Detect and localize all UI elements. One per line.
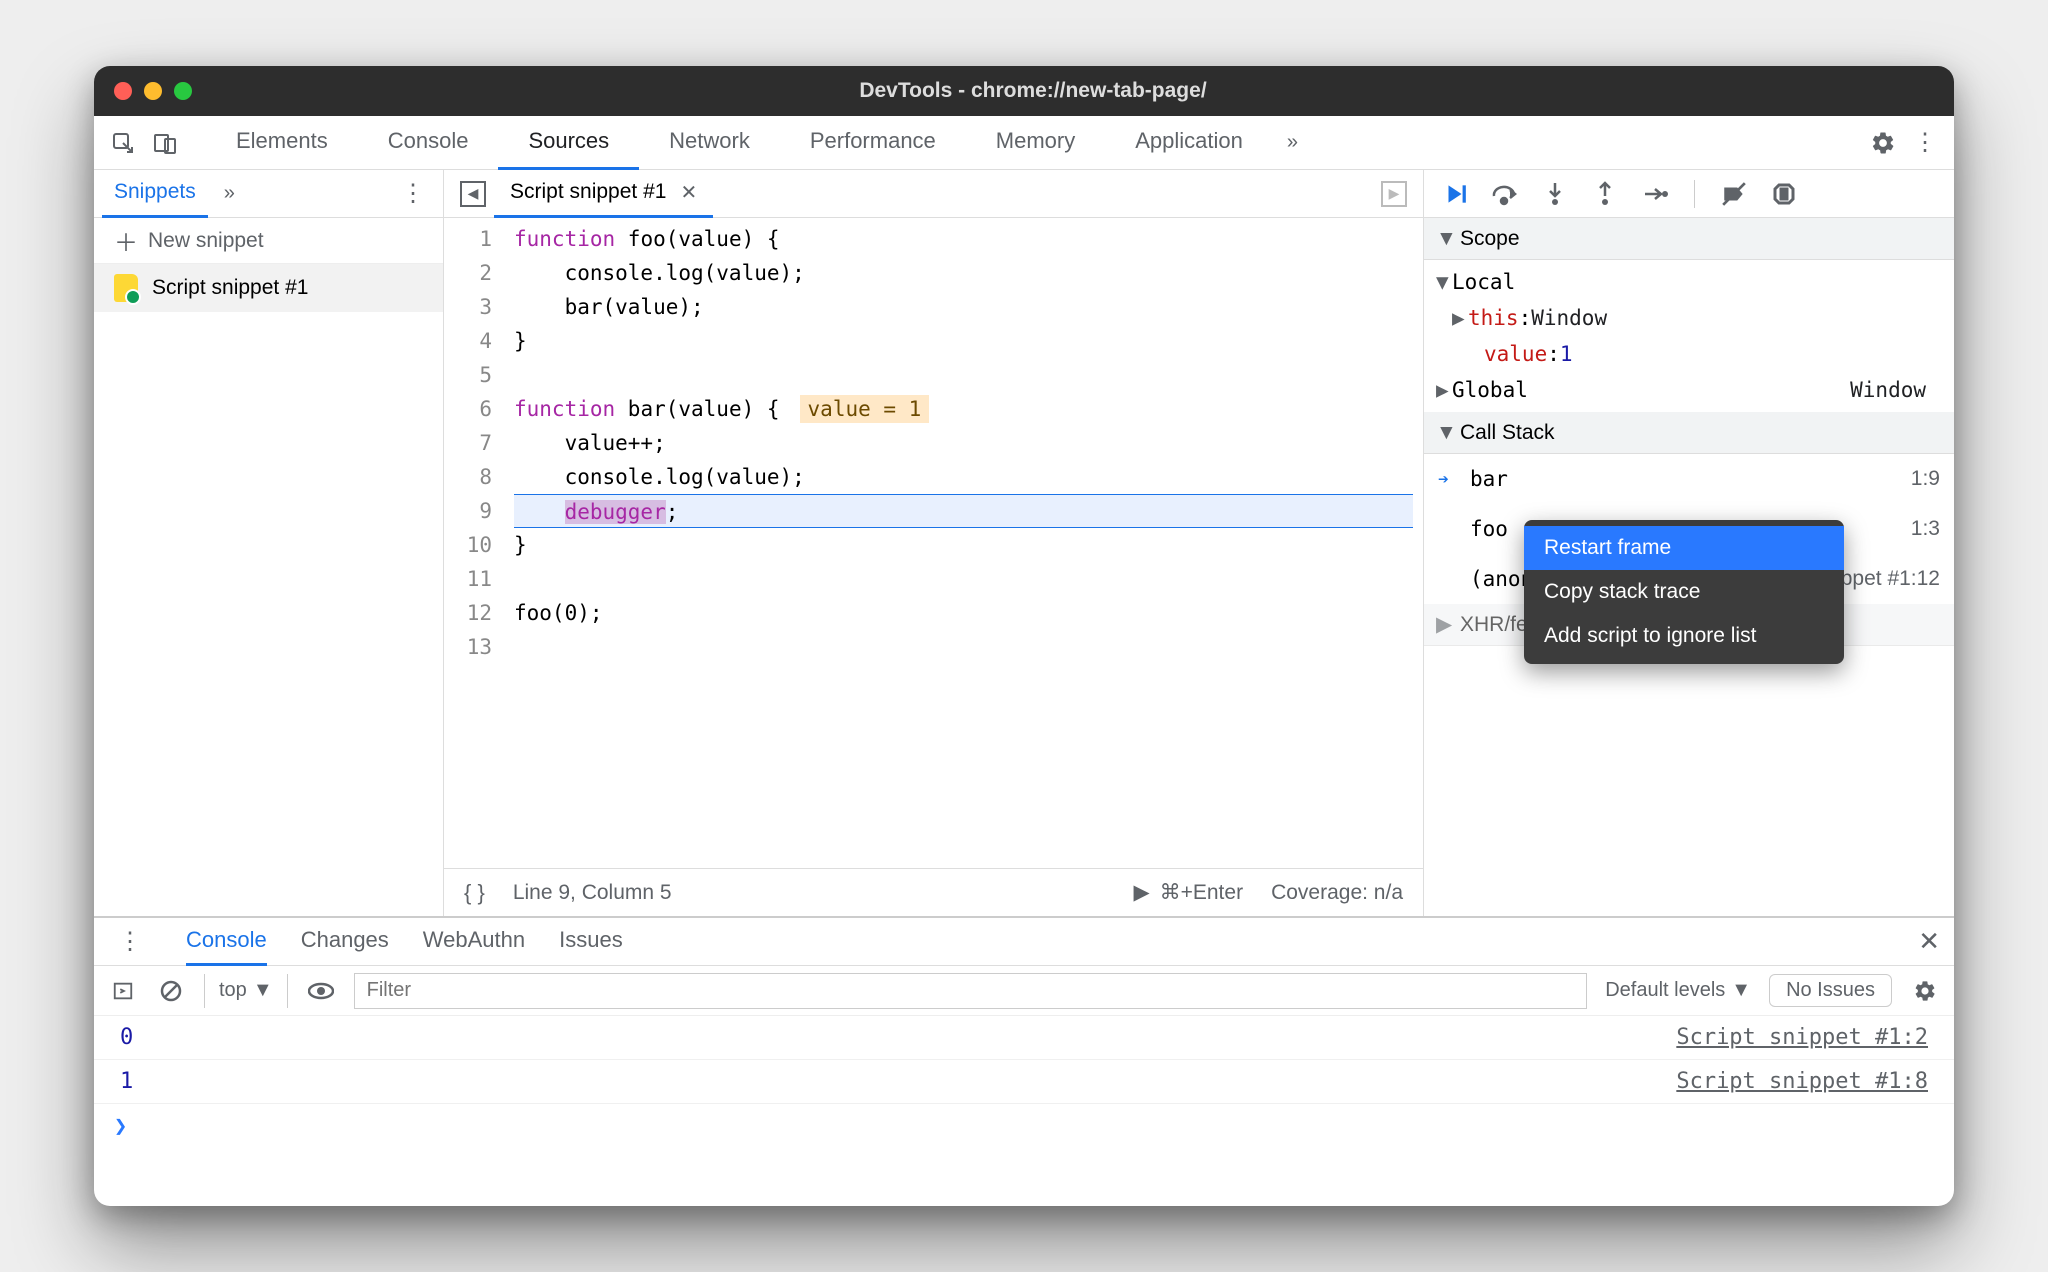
close-tab-icon[interactable]: ✕	[680, 180, 697, 205]
console-log-row[interactable]: 1 Script snippet #1:8	[94, 1060, 1954, 1104]
console-toolbar: top▼ Default levels▼ No Issues	[94, 966, 1954, 1016]
tab-network[interactable]: Network	[639, 116, 780, 170]
more-menu-icon[interactable]: ⋮	[1904, 122, 1946, 164]
window-titlebar: DevTools - chrome://new-tab-page/	[94, 66, 1954, 116]
drawer-tab-issues[interactable]: Issues	[559, 918, 623, 966]
scope-tree: ▼Local ▶this: Window value: 1 ▶GlobalWin…	[1424, 260, 1954, 412]
devtools-top-tabbar: Elements Console Sources Network Perform…	[94, 116, 1954, 170]
snippet-item[interactable]: Script snippet #1	[94, 264, 443, 312]
tab-console[interactable]: Console	[358, 116, 499, 170]
more-tabs-icon[interactable]: »	[1273, 131, 1312, 154]
editor-status-bar: { } Line 9, Column 5 ▶ ⌘+Enter Coverage:…	[444, 868, 1423, 916]
callstack-section-header[interactable]: ▼ Call Stack	[1424, 412, 1954, 454]
snippet-name: Script snippet #1	[152, 276, 308, 300]
clear-console-icon[interactable]	[156, 976, 186, 1006]
tab-sources[interactable]: Sources	[498, 116, 639, 170]
code-content: function foo(value) { console.log(value)…	[504, 218, 1423, 868]
scope-this[interactable]: ▶this: Window	[1424, 300, 1954, 336]
step-into-button[interactable]	[1540, 179, 1570, 209]
chevron-down-icon: ▼	[1436, 227, 1452, 251]
tab-elements[interactable]: Elements	[206, 116, 358, 170]
window-title: DevTools - chrome://new-tab-page/	[192, 79, 1934, 103]
device-toolbar-icon[interactable]	[144, 122, 186, 164]
show-debugger-icon[interactable]: ▶	[1381, 181, 1407, 207]
console-filter-input[interactable]	[354, 973, 1588, 1009]
tab-application[interactable]: Application	[1105, 116, 1273, 170]
fullscreen-window-button[interactable]	[174, 82, 192, 100]
drawer-menu-icon[interactable]: ⋮	[108, 927, 152, 956]
sidebar-tab-snippets[interactable]: Snippets	[102, 170, 208, 218]
log-source-link[interactable]: Script snippet #1:2	[1676, 1025, 1928, 1050]
scope-local[interactable]: ▼Local	[1424, 264, 1954, 300]
console-settings-gear-icon[interactable]	[1910, 976, 1940, 1006]
new-snippet-button[interactable]: ＋ New snippet	[94, 218, 443, 264]
ctx-restart-frame[interactable]: Restart frame	[1524, 526, 1844, 570]
settings-gear-icon[interactable]	[1862, 122, 1904, 164]
plus-icon: ＋	[114, 223, 138, 258]
step-out-button[interactable]	[1590, 179, 1620, 209]
console-drawer: ⋮ Console Changes WebAuthn Issues ✕ top▼…	[94, 916, 1954, 1206]
step-over-button[interactable]	[1490, 179, 1520, 209]
editor-tab-name: Script snippet #1	[510, 180, 666, 204]
drawer-tab-console[interactable]: Console	[186, 918, 267, 966]
current-frame-arrow-icon: ➔	[1438, 469, 1460, 490]
console-sidebar-toggle-icon[interactable]	[108, 976, 138, 1006]
callstack-frame[interactable]: ➔ bar 1:9	[1424, 454, 1954, 504]
chevron-right-icon: ▶	[1436, 612, 1452, 637]
pause-on-exceptions-button[interactable]	[1769, 179, 1799, 209]
debugger-panel: ▼ Scope ▼Local ▶this: Window value: 1 ▶G…	[1424, 170, 1954, 916]
sidebar-menu-icon[interactable]: ⋮	[391, 179, 435, 208]
line-gutter: 12345678910111213	[444, 218, 504, 868]
scope-section-header[interactable]: ▼ Scope	[1424, 218, 1954, 260]
snippet-file-icon	[114, 274, 138, 302]
inspect-element-icon[interactable]	[102, 122, 144, 164]
cursor-position: Line 9, Column 5	[513, 881, 672, 905]
console-prompt[interactable]: ❯	[94, 1104, 1954, 1148]
navigator-sidebar: Snippets » ⋮ ＋ New snippet Script snippe…	[94, 170, 444, 916]
context-menu: Restart frame Copy stack trace Add scrip…	[1524, 520, 1844, 664]
ctx-copy-stack-trace[interactable]: Copy stack trace	[1524, 570, 1844, 614]
show-navigator-icon[interactable]: ◀	[460, 181, 486, 207]
log-source-link[interactable]: Script snippet #1:8	[1676, 1069, 1928, 1094]
sidebar-more-tabs-icon[interactable]: »	[208, 182, 391, 205]
drawer-tab-changes[interactable]: Changes	[301, 918, 389, 966]
console-log-row[interactable]: 0 Script snippet #1:2	[94, 1016, 1954, 1060]
scope-value[interactable]: value: 1	[1424, 336, 1954, 372]
ctx-add-ignore-list[interactable]: Add script to ignore list	[1524, 614, 1844, 658]
coverage-status: Coverage: n/a	[1271, 881, 1403, 905]
execution-context-selector[interactable]: top▼	[204, 974, 288, 1008]
chevron-down-icon: ▼	[1436, 421, 1452, 445]
drawer-tab-webauthn[interactable]: WebAuthn	[423, 918, 525, 966]
tab-memory[interactable]: Memory	[966, 116, 1105, 170]
deactivate-breakpoints-button[interactable]	[1719, 179, 1749, 209]
code-editor[interactable]: 12345678910111213 function foo(value) { …	[444, 218, 1423, 868]
step-button[interactable]	[1640, 179, 1670, 209]
play-icon: ▶	[1133, 880, 1149, 905]
close-drawer-icon[interactable]: ✕	[1918, 926, 1940, 957]
pretty-print-icon[interactable]: { }	[464, 880, 485, 906]
editor-file-tab[interactable]: Script snippet #1 ✕	[494, 170, 713, 218]
tab-performance[interactable]: Performance	[780, 116, 966, 170]
live-expression-icon[interactable]	[306, 976, 336, 1006]
resume-button[interactable]	[1440, 179, 1470, 209]
run-snippet-button[interactable]: ▶ ⌘+Enter	[1133, 880, 1243, 905]
console-output: 0 Script snippet #1:2 1 Script snippet #…	[94, 1016, 1954, 1206]
close-window-button[interactable]	[114, 82, 132, 100]
new-snippet-label: New snippet	[148, 229, 264, 253]
inline-value-hint: value = 1	[800, 395, 930, 423]
no-issues-button[interactable]: No Issues	[1769, 974, 1892, 1007]
log-levels-selector[interactable]: Default levels▼	[1605, 979, 1751, 1002]
editor-panel: ◀ Script snippet #1 ✕ ▶ 1234567891011121…	[444, 170, 1424, 916]
scope-global[interactable]: ▶GlobalWindow	[1424, 372, 1954, 408]
minimize-window-button[interactable]	[144, 82, 162, 100]
debugger-toolbar	[1424, 170, 1954, 218]
